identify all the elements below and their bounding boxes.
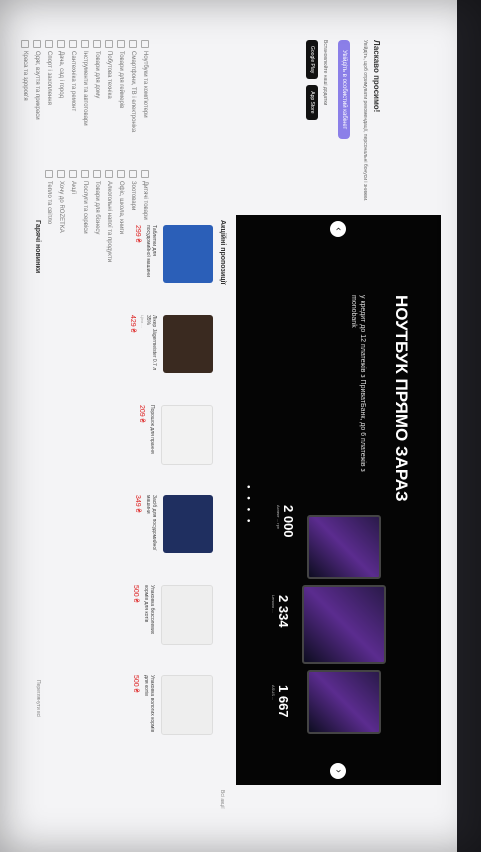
product-card[interactable]: Порошок для прання 209 ₴ — [63, 405, 213, 465]
product-image — [163, 495, 213, 553]
sidebar-item-label: Ноутбуки та комп'ютери — [142, 51, 148, 118]
category-icon — [33, 40, 41, 48]
sidebar-item-label: Інструменти та автотовари — [82, 51, 88, 126]
sidebar-item[interactable]: Спорт і захоплення — [43, 40, 55, 132]
sidebar-item-label: Дитячі товари — [142, 181, 148, 220]
sidebar-item-label: Одяг, взуття та прикраси — [34, 51, 40, 120]
product-price: 349 ₴ — [134, 495, 141, 513]
product-image — [163, 315, 213, 373]
product-name: Упаковка вологих кормів для котів — [143, 675, 155, 733]
product-image — [161, 405, 213, 465]
product-name: Лікер Jägermeister 0.7 л 35% — [145, 315, 157, 371]
category-icon — [141, 170, 149, 178]
sidebar-item[interactable]: Побутова техніка — [103, 40, 115, 132]
sidebar-item-label: Побутова техніка — [106, 51, 112, 99]
category-icon — [69, 170, 77, 178]
novelties-title: Гарячі новинки — [34, 220, 41, 274]
price-value: 2 000 — [281, 505, 296, 538]
category-icon — [81, 40, 89, 48]
sidebar-item[interactable]: Тепло та світло — [43, 170, 55, 262]
product-card[interactable]: Лікер Jägermeister 0.7 л 35% Ціна ... 42… — [63, 315, 213, 375]
category-icon — [57, 40, 65, 48]
sidebar-item-label: Акції — [70, 181, 76, 195]
sidebar-item[interactable]: Краса та здоров'я — [19, 40, 31, 132]
product-card[interactable]: Упаковка безсолевих кормів для котів 500… — [63, 585, 213, 645]
sidebar-item[interactable]: Сантехніка та ремонт — [67, 40, 79, 132]
price-box: 2 000 Аспект ... грн — [276, 505, 296, 538]
product-card[interactable]: Засіб для посудомийної машини 349 ₴ — [63, 495, 213, 555]
sidebar-item-label: Товари для геймерів — [118, 51, 124, 109]
sidebar-item-label: Дача, сад і город — [58, 51, 64, 99]
login-button[interactable]: Увійдіть в особистий кабінет — [338, 40, 350, 140]
price-box: 1 667 ASUS ... — [271, 685, 291, 718]
hero-banner[interactable]: НОУТБУК ПРЯМО ЗАРАЗ у кредит до 12 плате… — [236, 215, 441, 785]
sidebar-item[interactable]: Ноутбуки та комп'ютери — [139, 40, 151, 132]
category-icon — [141, 40, 149, 48]
sidebar-col-1: Ноутбуки та комп'ютери Смартфони, ТВ і е… — [19, 40, 151, 132]
product-image — [161, 675, 213, 735]
price-value: 2 334 — [276, 595, 291, 628]
price-value: 1 667 — [276, 685, 291, 718]
category-icon — [93, 170, 101, 178]
sidebar-item[interactable]: Товари для геймерів — [115, 40, 127, 132]
sidebar-item-label: Сантехніка та ремонт — [70, 51, 76, 112]
sidebar-item-label: Краса та здоров'я — [22, 51, 28, 101]
sidebar-item[interactable]: Інструменти та автотовари — [79, 40, 91, 132]
google-play-button[interactable]: Google Play — [306, 40, 318, 80]
laptop-image — [307, 670, 381, 734]
sidebar-item-label: Зоотовари — [130, 181, 136, 211]
product-name: Порошок для прання — [149, 405, 155, 454]
sidebar-item[interactable]: Одяг, взуття та прикраси — [31, 40, 43, 132]
category-icon — [57, 170, 65, 178]
category-icon — [93, 40, 101, 48]
category-icon — [105, 40, 113, 48]
product-card[interactable]: Таблетки для посудомийної машини 299 ₴ — [63, 225, 213, 285]
product-price: 500 ₴ — [132, 675, 139, 693]
product-price: 429 ₴ — [129, 315, 136, 333]
category-icon — [117, 170, 125, 178]
product-name: Упаковка безсолевих кормів для котів — [143, 585, 155, 635]
product-old-price: Ціна ... — [140, 315, 145, 328]
category-icon — [45, 40, 53, 48]
product-name: Засіб для посудомийної машини — [145, 495, 157, 551]
view-all-link[interactable]: Переглянути всі — [35, 680, 41, 717]
product-card[interactable]: Упаковка вологих кормів для котів 500 ₴ — [63, 675, 213, 735]
prev-arrow-icon[interactable]: ‹ — [330, 221, 346, 237]
category-icon — [21, 40, 29, 48]
promotions-title: Акційні пропозиції — [219, 220, 226, 285]
app-store-button[interactable]: App Store — [306, 85, 318, 120]
product-image — [163, 225, 213, 283]
category-icon — [45, 170, 53, 178]
sidebar-item-label: Спорт і захоплення — [46, 51, 52, 105]
sidebar-item-label: Тепло та світло — [46, 181, 52, 225]
product-price: 500 ₴ — [132, 585, 139, 603]
sidebar-item[interactable]: Дача, сад і город — [55, 40, 67, 132]
product-name: Таблетки для посудомийної машини — [145, 225, 157, 277]
sidebar-item-label: Смартфони, ТВ і електроніка — [130, 51, 136, 133]
page-root: Ноутбуки та комп'ютери Смартфони, ТВ і е… — [0, 0, 481, 852]
sidebar-item-label: Товари для дому — [94, 51, 100, 99]
product-price: 299 ₴ — [134, 225, 141, 243]
category-icon — [117, 40, 125, 48]
category-icon — [129, 170, 137, 178]
next-arrow-icon[interactable]: › — [330, 763, 346, 779]
sidebar-item[interactable]: Товари для дому — [91, 40, 103, 132]
laptop-image — [302, 585, 386, 664]
banner-subtitle: у кредит до 12 платежів з ПриватБанк, до… — [350, 295, 366, 472]
category-icon — [81, 170, 89, 178]
laptop-image — [307, 515, 381, 579]
banner-title: НОУТБУК ПРЯМО ЗАРАЗ — [392, 295, 411, 502]
product-image — [161, 585, 213, 645]
price-box: 2 334 Lenovo ... — [271, 595, 291, 628]
product-price: 209 ₴ — [138, 405, 145, 423]
all-promotions-link[interactable]: Всі акції — [219, 790, 225, 809]
category-icon — [69, 40, 77, 48]
carousel-dots[interactable]: ● ● ● ● — [245, 485, 251, 526]
sidebar-item[interactable]: Смартфони, ТВ і електроніка — [127, 40, 139, 132]
browser-top-strip — [457, 0, 481, 852]
category-icon — [129, 40, 137, 48]
category-icon — [105, 170, 113, 178]
